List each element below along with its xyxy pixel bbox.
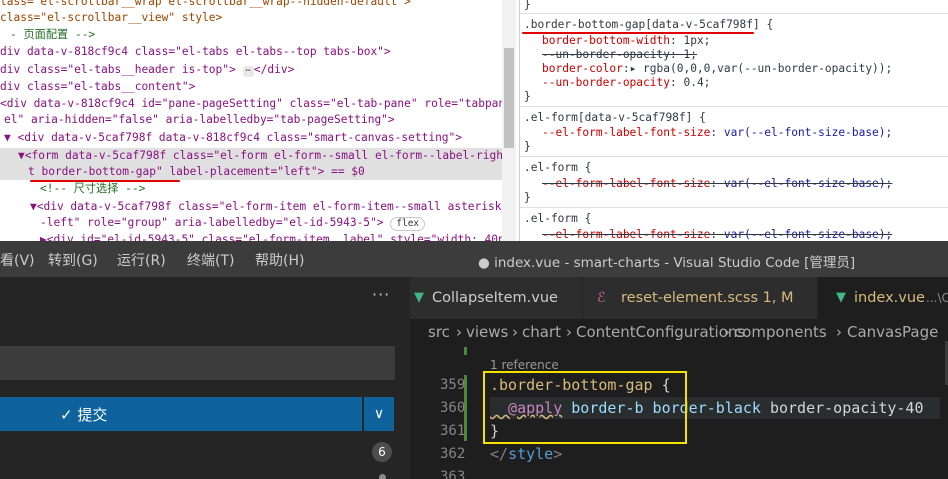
- modified-dot-icon: [379, 474, 386, 479]
- vue-icon: ▼: [836, 290, 846, 305]
- breadcrumb-item[interactable]: chart: [522, 323, 561, 341]
- dom-node-line[interactable]: ▼<div data-v-5caf798f class="el-form-ite…: [30, 199, 501, 215]
- rule-divider: [520, 207, 948, 208]
- line-number: 363: [440, 469, 466, 479]
- menu-help[interactable]: 帮助(H): [255, 250, 304, 270]
- tab-reset-element[interactable]: ℰ reset-element.scss 1, M: [583, 277, 817, 319]
- chevron-right-icon: ›: [724, 323, 730, 341]
- gutter-change-marker: [464, 347, 467, 355]
- tab-label: CollapseItem.vue: [432, 290, 558, 306]
- flex-badge[interactable]: flex: [390, 217, 426, 231]
- tab-collapseitem[interactable]: ▼ CollapseItem.vue: [410, 277, 582, 319]
- source-control-sidebar: ··· ✓ 提交 ∨ 6: [0, 277, 410, 479]
- selected-dom-node[interactable]: ▼<form data-v-5caf798f class="el-form el…: [0, 148, 502, 164]
- chevron-right-icon: ›: [512, 323, 518, 341]
- tab-index-vue[interactable]: ▼ index.vue ...\C: [818, 277, 948, 319]
- dom-node-line[interactable]: -left" role="group" aria-labelledby="el-…: [40, 215, 426, 231]
- commit-button-label: ✓ 提交: [60, 406, 108, 424]
- vue-icon: ▼: [414, 290, 424, 305]
- dom-node-line[interactable]: class="el-scrollbar__view" style>: [0, 10, 222, 26]
- tab-label: reset-element.scss 1, M: [621, 290, 794, 306]
- editor-tabs: ▼ CollapseItem.vue ℰ reset-element.scss …: [410, 277, 948, 319]
- menu-goto[interactable]: 转到(G): [48, 250, 98, 270]
- css-declaration-overridden[interactable]: --el-form-label-font-size: var(--el-font…: [542, 228, 892, 241]
- rule-divider: [520, 106, 948, 107]
- code-line[interactable]: </style>: [490, 443, 562, 465]
- breadcrumb-item[interactable]: ContentConfigurations: [576, 323, 745, 341]
- red-underline-mark: [30, 180, 180, 182]
- css-declaration-overridden[interactable]: --el-form-label-font-size: var(--el-font…: [542, 177, 892, 191]
- breadcrumb-item[interactable]: src: [428, 323, 450, 341]
- rule-close-brace: }: [524, 90, 531, 103]
- breadcrumb-item[interactable]: CanvasPage: [847, 323, 938, 341]
- tab-label: index.vue: [854, 290, 925, 306]
- dom-node-line[interactable]: ▶<div id="el-id-5943-5" class="el-form-i…: [40, 232, 502, 241]
- scss-icon: ℰ: [597, 290, 606, 306]
- title-bar: 看(V) 转到(G) 运行(R) 终端(T) 帮助(H) ● index.vue…: [0, 241, 948, 277]
- window-title: ● index.vue - smart-charts - Visual Stud…: [478, 255, 856, 271]
- rule-divider: [520, 156, 948, 157]
- breadcrumb-item[interactable]: components: [734, 323, 827, 341]
- breadcrumb-item[interactable]: views: [466, 323, 508, 341]
- dom-node-line[interactable]: ▼ <div data-v-5caf798f data-v-818cf9c4 c…: [4, 130, 462, 146]
- rule-close-brace: }: [524, 191, 531, 204]
- menu-terminal[interactable]: 终端(T): [187, 250, 234, 270]
- css-declaration[interactable]: --el-form-label-font-size: var(--el-font…: [542, 126, 892, 140]
- changes-count-badge: 6: [372, 442, 392, 462]
- chevron-right-icon: ›: [836, 323, 842, 341]
- chevron-right-icon: ›: [566, 323, 572, 341]
- menu-run[interactable]: 运行(R): [117, 250, 166, 270]
- tab-path-suffix: ...\C: [926, 291, 948, 305]
- rule-close-brace: }: [524, 140, 531, 153]
- dom-comment-line[interactable]: - 页面配置 -->: [10, 27, 95, 43]
- elements-scroll-thumb[interactable]: [504, 48, 514, 148]
- line-number: 359: [440, 377, 466, 393]
- dom-node-line[interactable]: div class="el-tabs__header is-top"> ⋯ </d…: [0, 62, 294, 78]
- rule-divider: [520, 13, 948, 14]
- rule-selector[interactable]: .el-form {: [524, 161, 591, 175]
- dom-node-line[interactable]: <div data-v-818cf9c4 id="pane-pageSettin…: [0, 96, 502, 112]
- css-declaration[interactable]: --un-border-opacity: 0.4;: [542, 76, 710, 90]
- breadcrumb: src › views › chart › ContentConfigurati…: [410, 319, 948, 347]
- dom-node-line[interactable]: el" aria-hidden="false" aria-labelledby=…: [4, 112, 395, 128]
- css-declaration[interactable]: border-color:▸ rgba(0,0,0,var(--un-borde…: [542, 62, 892, 76]
- yellow-highlight-box: [483, 371, 687, 444]
- menu-view[interactable]: 看(V): [0, 250, 35, 270]
- line-number: 362: [440, 446, 466, 462]
- collapsed-children-ellipsis[interactable]: ⋯: [242, 66, 254, 77]
- styles-pane: } .border-bottom-gap[data-v-5caf798f] { …: [519, 0, 948, 241]
- css-declaration-overridden[interactable]: --un-border-opacity: 1;: [542, 48, 697, 62]
- more-actions-icon[interactable]: ···: [372, 285, 390, 304]
- line-number: 361: [440, 423, 466, 439]
- devtools-panel: lass= el-scrollbar__wrap el-scrollbar__w…: [0, 0, 948, 241]
- dom-node-line[interactable]: lass= el-scrollbar__wrap el-scrollbar__w…: [0, 0, 411, 10]
- line-number: 360: [440, 400, 466, 416]
- css-declaration[interactable]: border-bottom-width: 1px;: [542, 34, 710, 48]
- dom-node-line[interactable]: div class="el-tabs__content">: [0, 79, 195, 95]
- selected-dom-node-continued[interactable]: t border-bottom-gap" label-placement="le…: [0, 164, 502, 180]
- rule-selector[interactable]: .el-form {: [524, 212, 591, 226]
- references-codelens[interactable]: 1 reference: [490, 358, 559, 372]
- rule-selector[interactable]: .el-form[data-v-5caf798f] {: [524, 111, 706, 125]
- commit-message-input[interactable]: [0, 346, 395, 380]
- rule-close-brace: }: [524, 0, 531, 11]
- rule-selector[interactable]: .border-bottom-gap[data-v-5caf798f] {: [524, 18, 773, 32]
- dom-comment-line[interactable]: <!-- 尺寸选择 -->: [40, 181, 145, 197]
- commit-button[interactable]: ✓ 提交: [0, 397, 362, 431]
- commit-dropdown-chevron-icon[interactable]: ∨: [364, 397, 394, 431]
- elements-tree: lass= el-scrollbar__wrap el-scrollbar__w…: [0, 0, 502, 241]
- chevron-right-icon: ›: [456, 323, 462, 341]
- dom-node-line[interactable]: div data-v-818cf9c4 class="el-tabs el-ta…: [0, 44, 391, 60]
- vscode-window: 看(V) 转到(G) 运行(R) 终端(T) 帮助(H) ● index.vue…: [0, 241, 948, 479]
